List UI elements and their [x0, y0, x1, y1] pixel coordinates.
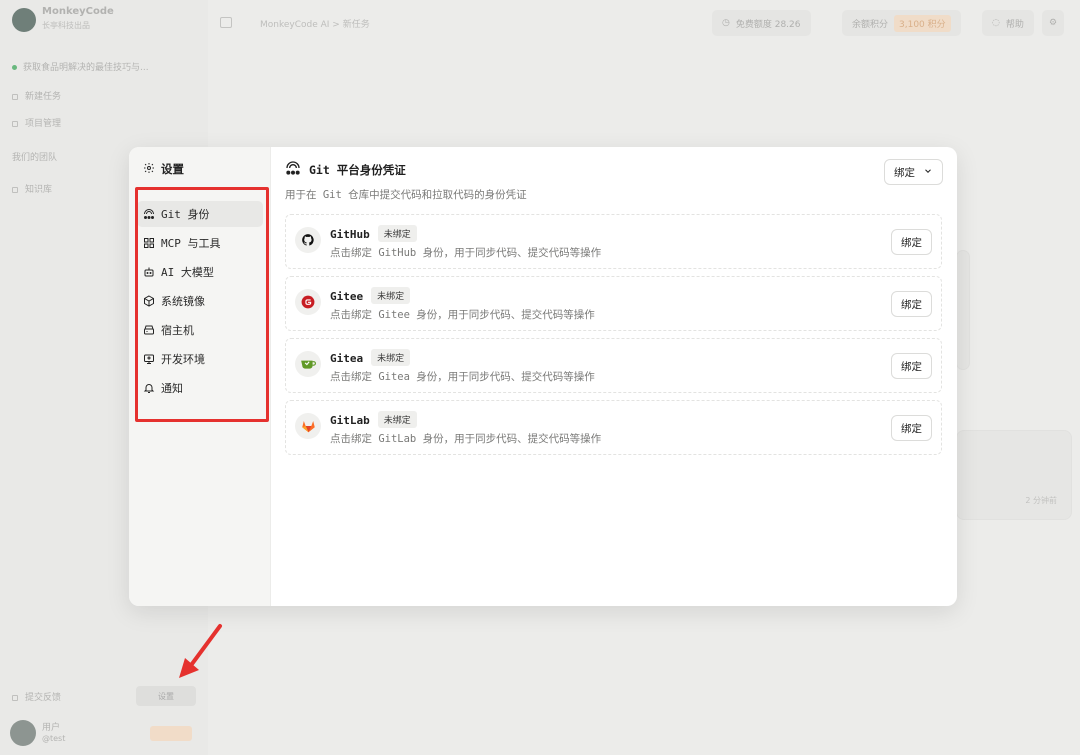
gear-icon: [143, 162, 155, 177]
settings-title: 设置: [143, 161, 184, 177]
free-quota-pill[interactable]: ◷ 免费额度 28.26: [712, 10, 811, 36]
bind-github-button[interactable]: 绑定: [891, 229, 932, 255]
settings-dialog: 设置 Git 身份 MCP 与工具 AI 大模型 系统镜像 宿主机 开发环境 通…: [129, 147, 957, 606]
status-badge: 未绑定: [377, 411, 417, 428]
settings-button[interactable]: 设置: [136, 686, 196, 706]
bind-gitlab-button[interactable]: 绑定: [891, 415, 932, 441]
platform-row-gitlab: GitLab 未绑定 点击绑定 GitLab 身份，用于同步代码、提交代码等操作 …: [285, 400, 942, 455]
sidebar-toggle-icon[interactable]: [220, 17, 232, 28]
bind-gitee-button[interactable]: 绑定: [891, 291, 932, 317]
platform-name: GitLab 未绑定: [330, 411, 417, 428]
help-button[interactable]: ◌ 帮助: [982, 10, 1034, 36]
nav-item-host[interactable]: 宿主机: [137, 317, 263, 343]
platform-row-gitee: Gitee 未绑定 点击绑定 Gitee 身份，用于同步代码、提交代码等操作 绑定: [285, 276, 942, 331]
status-dot: [12, 65, 17, 70]
feedback-link[interactable]: 提交反馈: [12, 690, 61, 703]
chevron-down-icon: [923, 166, 933, 179]
background-card: [956, 250, 970, 370]
platform-row-github: GitHub 未绑定 点击绑定 GitHub 身份，用于同步代码、提交代码等操作 …: [285, 214, 942, 269]
platform-name: Gitea 未绑定: [330, 349, 411, 366]
plus-icon: [12, 93, 18, 100]
bell-icon: [143, 382, 155, 394]
bind-gitea-button[interactable]: 绑定: [891, 353, 932, 379]
robot-icon: [143, 266, 155, 278]
platform-list: GitHub 未绑定 点击绑定 GitHub 身份，用于同步代码、提交代码等操作 …: [285, 214, 942, 462]
platform-description: 点击绑定 Gitee 身份，用于同步代码、提交代码等操作: [330, 309, 595, 321]
server-icon: [143, 324, 155, 336]
git-identity-icon: [285, 160, 301, 179]
app-subtitle: 长亭科技出品: [42, 21, 90, 30]
annotation-arrow-icon: [179, 624, 222, 678]
status-badge: 未绑定: [377, 225, 417, 242]
nav-item-system-image[interactable]: 系统镜像: [137, 288, 263, 314]
platform-name: Gitee 未绑定: [330, 287, 411, 304]
book-icon: [12, 186, 18, 193]
settings-content: Git 平台身份凭证 用于在 Git 仓库中提交代码和拉取代码的身份凭证 绑定 …: [271, 147, 957, 606]
settings-sidebar: 设置 Git 身份 MCP 与工具 AI 大模型 系统镜像 宿主机 开发环境 通…: [129, 147, 271, 606]
gitea-icon: [295, 351, 321, 377]
git-identity-icon: [143, 208, 155, 220]
monitor-icon: [143, 353, 155, 365]
balance-pill[interactable]: 余额积分 3,100 积分: [842, 10, 961, 36]
bind-dropdown[interactable]: 绑定: [884, 159, 943, 185]
github-icon: [295, 227, 321, 253]
sidebar-item-task[interactable]: 获取食品明解决的最佳技巧与...: [12, 60, 149, 73]
platform-description: 点击绑定 GitLab 身份，用于同步代码、提交代码等操作: [330, 433, 602, 445]
platform-name: GitHub 未绑定: [330, 225, 417, 242]
folder-icon: [12, 120, 18, 127]
sidebar-section-team: 我们的团队: [12, 153, 58, 163]
gitee-icon: [295, 289, 321, 315]
avatar[interactable]: [10, 720, 36, 746]
background-card: 2 分钟前: [956, 430, 1072, 520]
platform-description: 点击绑定 GitHub 身份，用于同步代码、提交代码等操作: [330, 247, 602, 259]
nav-item-notifications[interactable]: 通知: [137, 375, 263, 401]
clock-icon: ◷: [722, 18, 730, 28]
platform-description: 点击绑定 Gitea 身份，用于同步代码、提交代码等操作: [330, 371, 595, 383]
cube-icon: [143, 295, 155, 307]
help-icon: ◌: [992, 18, 1000, 28]
content-title: Git 平台身份凭证: [285, 160, 406, 179]
tools-icon: [143, 237, 155, 249]
gitlab-icon: [295, 413, 321, 439]
app-logo: [12, 8, 36, 32]
user-credit-badge: [150, 726, 192, 741]
user-name: 用户: [42, 723, 61, 733]
nav-item-dev-env[interactable]: 开发环境: [137, 346, 263, 372]
settings-nav: Git 身份 MCP 与工具 AI 大模型 系统镜像 宿主机 开发环境 通知: [137, 201, 263, 404]
app-name: MonkeyCode: [42, 6, 114, 17]
breadcrumb: MonkeyCode AI > 新任务: [260, 20, 370, 30]
sidebar-item-new-task[interactable]: 新建任务: [12, 89, 61, 102]
sidebar-item-projects[interactable]: 项目管理: [12, 116, 61, 129]
nav-item-mcp-tools[interactable]: MCP 与工具: [137, 230, 263, 256]
feedback-icon: [12, 694, 18, 701]
more-icon[interactable]: ⚙: [1042, 10, 1065, 36]
nav-item-git-identity[interactable]: Git 身份: [137, 201, 263, 227]
card-time: 2 分钟前: [1025, 496, 1057, 505]
user-handle: @test: [42, 734, 66, 743]
content-subtitle: 用于在 Git 仓库中提交代码和拉取代码的身份凭证: [285, 189, 527, 201]
status-badge: 未绑定: [371, 349, 411, 366]
nav-item-ai-models[interactable]: AI 大模型: [137, 259, 263, 285]
status-badge: 未绑定: [371, 287, 411, 304]
platform-row-gitea: Gitea 未绑定 点击绑定 Gitea 身份，用于同步代码、提交代码等操作 绑定: [285, 338, 942, 393]
sidebar-item-knowledge[interactable]: 知识库: [12, 182, 52, 195]
